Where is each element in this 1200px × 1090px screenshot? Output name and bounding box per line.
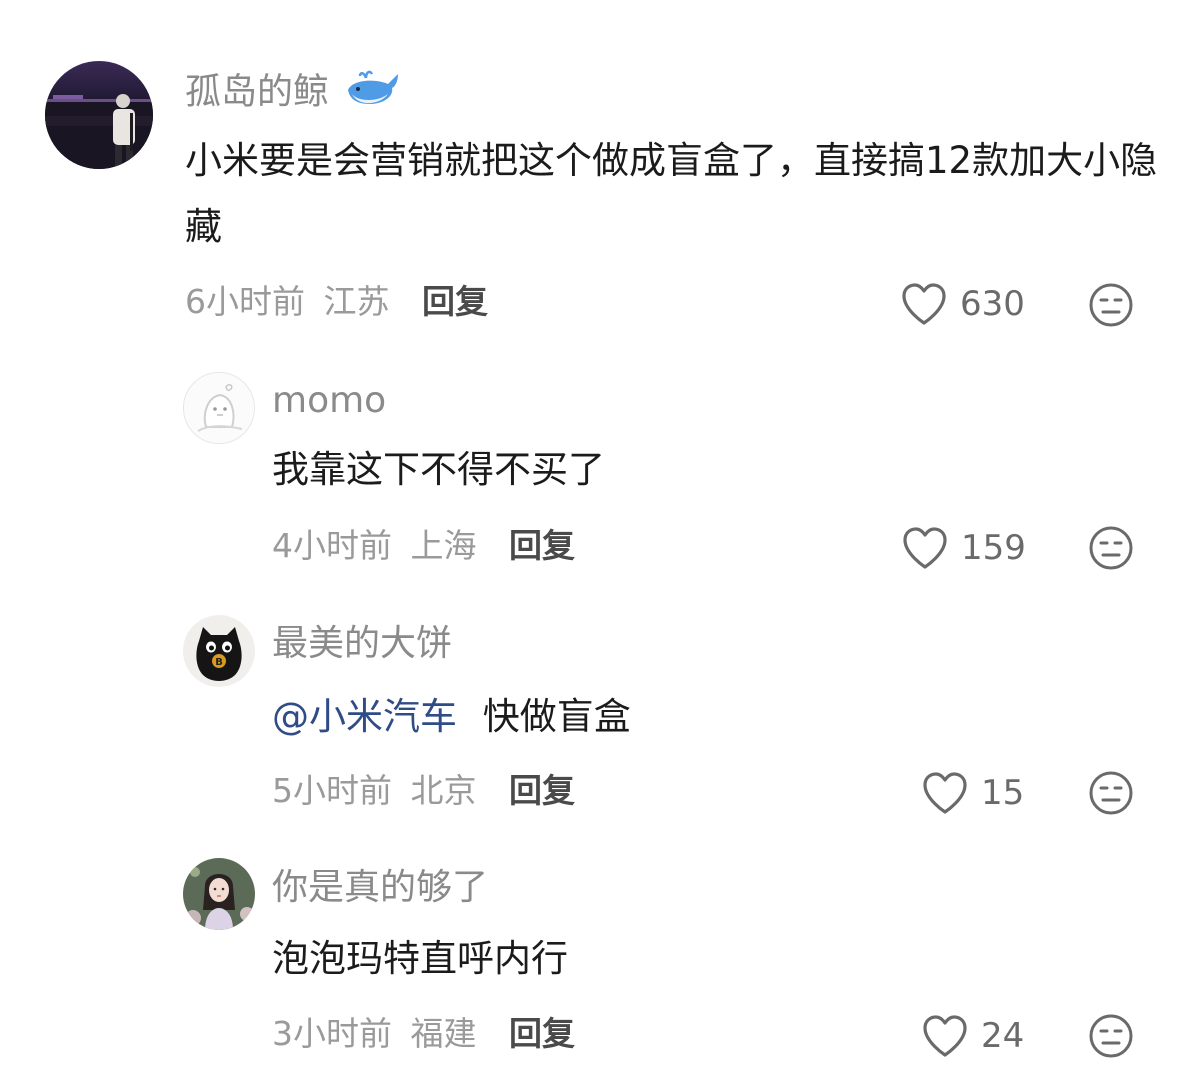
avatar[interactable]: B	[183, 615, 255, 687]
comment-time: 3小时前	[272, 1014, 392, 1053]
comment-meta: 6小时前 江苏 回复	[185, 280, 488, 324]
username[interactable]: 孤岛的鲸	[185, 68, 400, 119]
comment-location: 江苏	[323, 282, 390, 321]
neutral-face-icon	[1089, 526, 1133, 570]
avatar[interactable]	[183, 858, 255, 930]
comment-time: 6小时前	[185, 282, 305, 321]
reply-item: momo 我靠这下不得不买了 4小时前 上海 回复 159	[0, 340, 1200, 585]
heart-outline-icon	[902, 283, 946, 325]
heart-outline-icon	[923, 772, 967, 814]
comment-text: 泡泡玛特直呼内行	[272, 937, 568, 980]
username[interactable]: momo	[272, 379, 386, 423]
comment-text: @小米汽车 快做盲盒	[272, 684, 1132, 750]
comment-location: 福建	[410, 1014, 477, 1053]
username-text: 孤岛的鲸	[185, 71, 330, 113]
neutral-face-icon	[1089, 771, 1133, 815]
comment-body: 快做盲盒	[482, 695, 631, 738]
neutral-face-icon	[1089, 283, 1133, 327]
reply-button[interactable]: 回复	[509, 771, 575, 810]
reply-button[interactable]: 回复	[509, 1014, 575, 1053]
like-count: 24	[981, 1016, 1025, 1056]
svg-text:B: B	[215, 657, 223, 668]
reply-button[interactable]: 回复	[422, 282, 488, 321]
heart-outline-icon	[903, 527, 947, 569]
comment-time: 5小时前	[272, 771, 392, 810]
neutral-face-icon	[1089, 1014, 1133, 1058]
comment-meta: 5小时前 北京 回复	[272, 769, 575, 813]
comment-location: 上海	[410, 526, 477, 565]
avatar[interactable]	[45, 61, 153, 169]
dislike-button[interactable]	[1087, 1012, 1135, 1060]
whale-emoji-icon	[344, 68, 400, 119]
heart-outline-icon	[923, 1015, 967, 1057]
username[interactable]: 你是真的够了	[272, 866, 488, 910]
comment-meta: 4小时前 上海 回复	[272, 524, 575, 568]
comment-text: 我靠这下不得不买了	[272, 448, 605, 491]
reply-item: B 最美的大饼 @小米汽车 快做盲盒 5小时前 北京 回复 15	[0, 585, 1200, 830]
like-count: 630	[960, 284, 1025, 324]
like-button[interactable]: 159	[901, 524, 1026, 572]
like-button[interactable]: 15	[921, 769, 1024, 817]
like-button[interactable]: 630	[900, 280, 1025, 328]
comment-item: 孤岛的鲸 小米要是会营销就把这个做成盲盒了，直接搞12款加大小隐藏 6小时前 江…	[0, 0, 1200, 340]
comment-meta: 3小时前 福建 回复	[272, 1012, 575, 1056]
like-count: 159	[961, 528, 1026, 568]
dislike-button[interactable]	[1087, 769, 1135, 817]
avatar[interactable]	[183, 372, 255, 444]
comment-text: 小米要是会营销就把这个做成盲盒了，直接搞12款加大小隐藏	[185, 139, 1158, 248]
username[interactable]: 最美的大饼	[272, 622, 452, 666]
reply-item: 你是真的够了 泡泡玛特直呼内行 3小时前 福建 回复 24	[0, 830, 1200, 1090]
dislike-button[interactable]	[1087, 524, 1135, 572]
reply-button[interactable]: 回复	[509, 526, 575, 565]
comment-time: 4小时前	[272, 526, 392, 565]
comment-location: 北京	[410, 771, 477, 810]
like-button[interactable]: 24	[921, 1012, 1024, 1060]
like-count: 15	[981, 773, 1025, 813]
mention-link[interactable]: @小米汽车	[272, 695, 457, 738]
dislike-button[interactable]	[1087, 281, 1135, 329]
